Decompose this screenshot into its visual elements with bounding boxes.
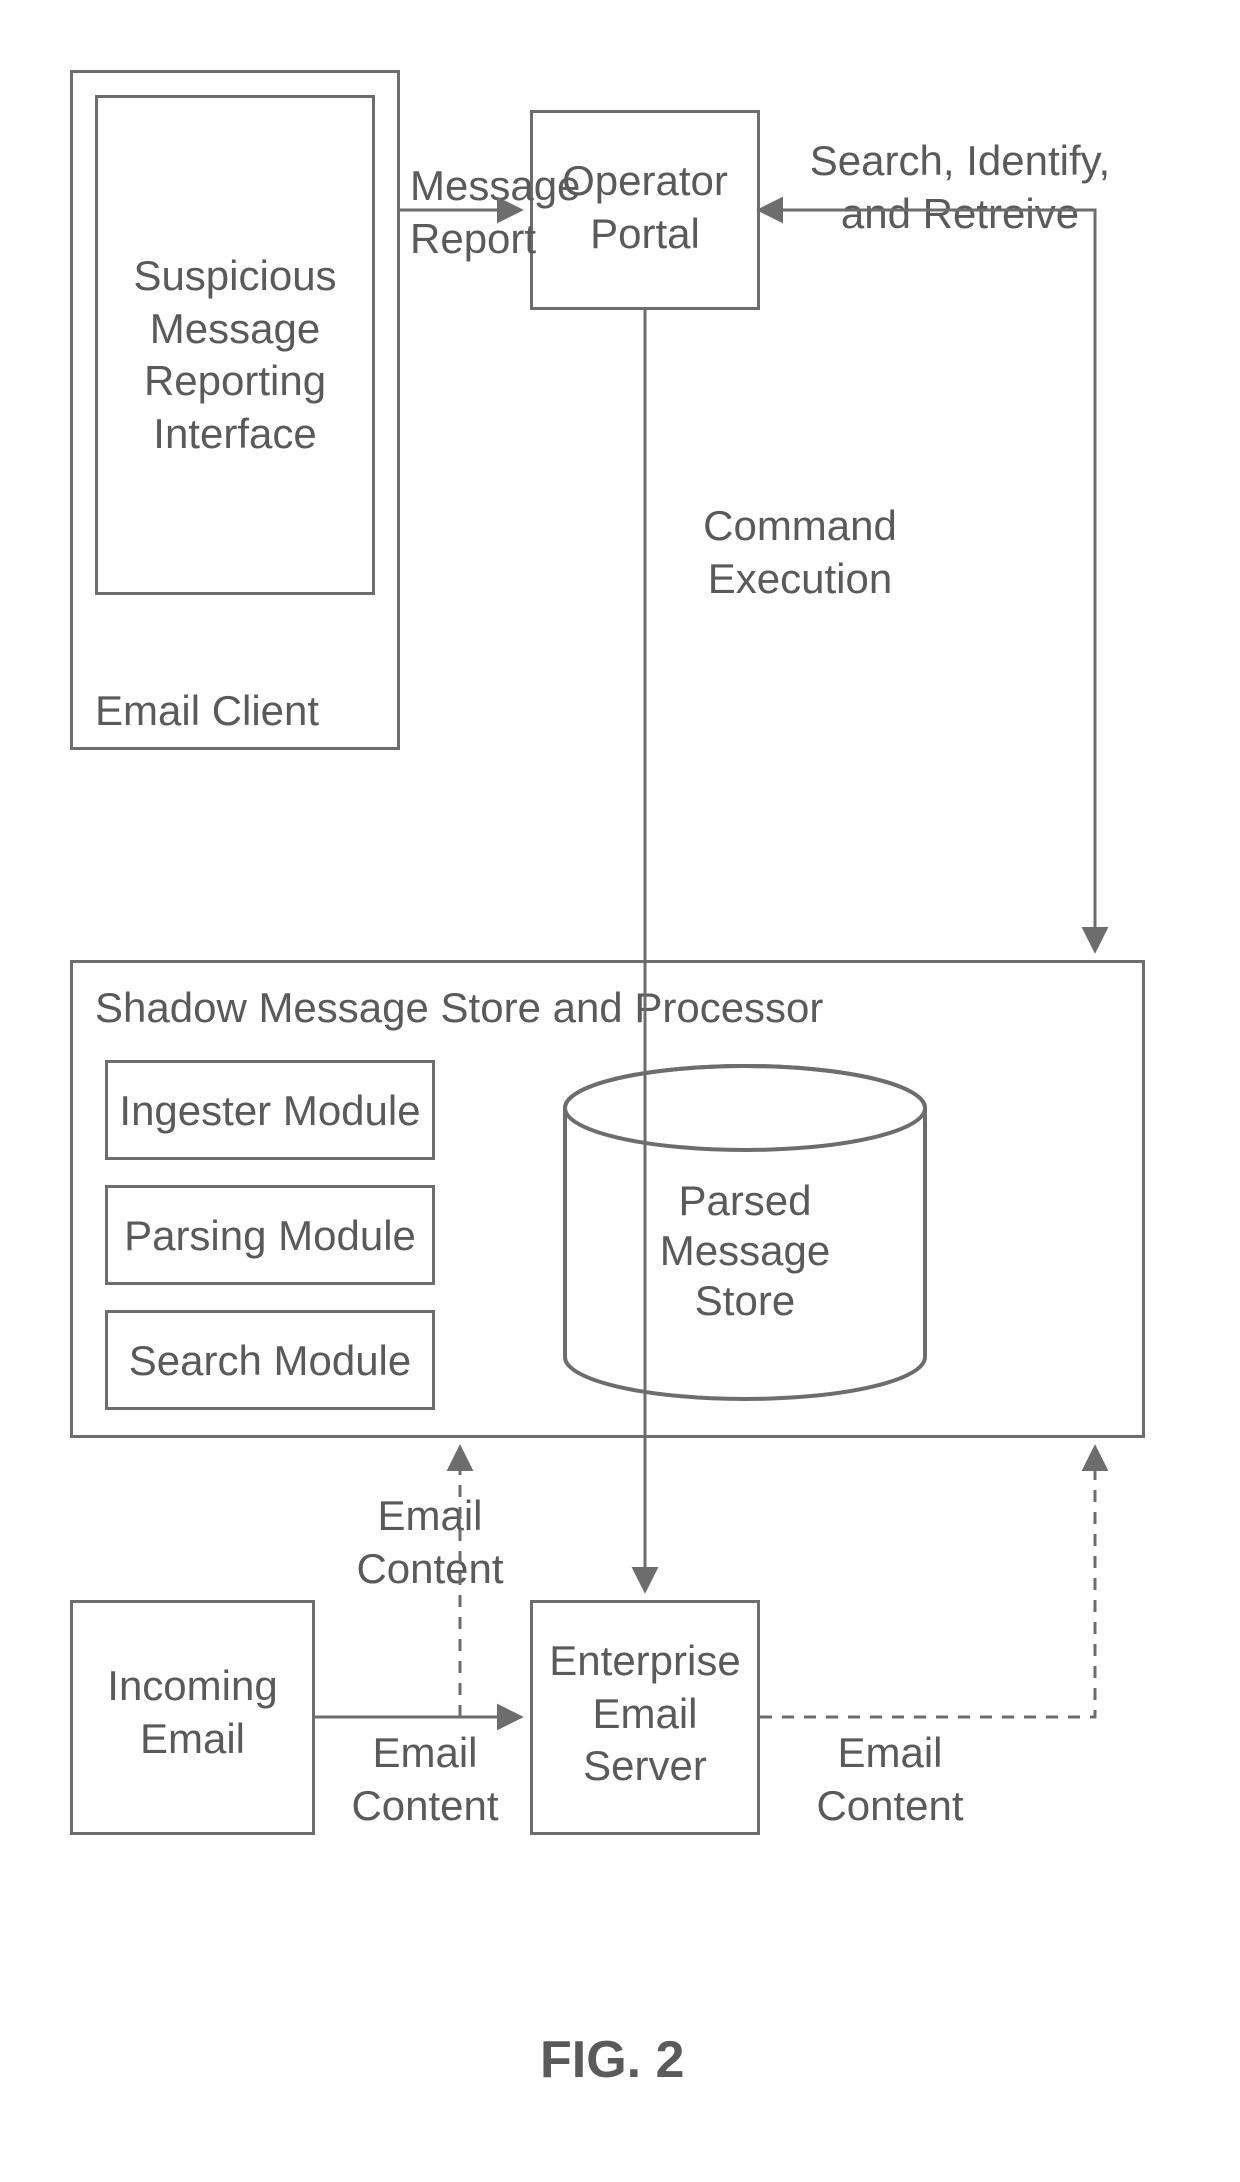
db-label-line2: Message — [595, 1225, 895, 1278]
email-content-label-2: Email Content — [345, 1490, 515, 1595]
db-label-line1: Parsed — [595, 1175, 895, 1228]
suspicious-interface-label: Suspicious Message Reporting Interface — [110, 250, 360, 460]
figure-caption: FIG. 2 — [540, 2030, 684, 2090]
diagram-canvas: Email Client Suspicious Message Reportin… — [0, 0, 1240, 2182]
email-client-label: Email Client — [95, 685, 375, 738]
parsing-module-label: Parsing Module — [115, 1210, 425, 1263]
email-content-label-1: Email Content — [325, 1727, 525, 1832]
search-identify-label: Search, Identify, and Retreive — [775, 135, 1145, 240]
ingester-module-label: Ingester Module — [115, 1085, 425, 1138]
search-module-label: Search Module — [115, 1335, 425, 1388]
shadow-processor-title: Shadow Message Store and Processor — [95, 982, 995, 1035]
message-report-label: Message Report — [410, 160, 525, 265]
enterprise-server-label: Enterprise Email Server — [545, 1635, 745, 1793]
db-label-line3: Store — [595, 1275, 895, 1328]
command-execution-label: Command Execution — [685, 500, 915, 605]
incoming-email-label: Incoming Email — [85, 1660, 300, 1765]
email-content-label-3: Email Content — [790, 1727, 990, 1832]
